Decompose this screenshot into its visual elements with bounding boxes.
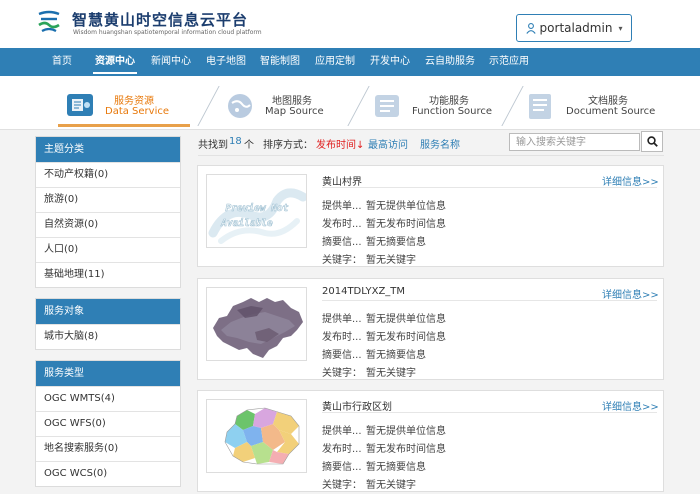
field-provider: 提供单... 暂无提供单位信息: [322, 201, 446, 212]
field-keywords: 关键字： 暂无关键字: [322, 255, 416, 266]
resource-tabs: 服务资源 Data Service 地图服务 Map Source 功能服务 F…: [0, 76, 700, 130]
map-service-icon: [228, 94, 252, 118]
tab-subtitle: Function Source: [412, 106, 493, 117]
field-publish-time: 发布时... 暂无发布时间信息: [322, 444, 446, 455]
nav-demo-apps[interactable]: 示范应用: [489, 48, 529, 76]
search-icon: [646, 136, 658, 147]
admin-division-map-thumbnail[interactable]: [206, 399, 307, 473]
sidebar-group-title: 服务类型: [36, 361, 180, 386]
preview-placeholder-image: Preview Not Available: [208, 188, 306, 244]
card-divider: [322, 187, 657, 188]
card-divider: [322, 412, 657, 413]
user-icon: [525, 22, 536, 34]
search-button[interactable]: [641, 131, 663, 152]
result-count: 18: [229, 136, 242, 147]
sidebar-item-natural-resources[interactable]: 自然资源(0): [36, 212, 180, 237]
tab-title: 服务资源: [114, 96, 154, 107]
sidebar-item-basic-geography[interactable]: 基础地理(11): [36, 262, 180, 287]
sidebar-group-title: 服务对象: [36, 299, 180, 324]
platform-subtitle: Wisdom huangshan spatiotemporal informat…: [73, 29, 262, 36]
detail-link[interactable]: 详细信息>>: [602, 286, 659, 301]
tab-function-service[interactable]: 功能服务 Function Source: [360, 76, 510, 130]
land-use-map-thumbnail[interactable]: [206, 287, 307, 361]
admin-division-map-image: [224, 407, 300, 465]
toolbar-divider: [198, 155, 664, 156]
field-publish-time: 发布时... 暂无发布时间信息: [322, 219, 446, 230]
field-summary: 摘要信... 暂无摘要信息: [322, 237, 426, 248]
sidebar-item-ogc-wmts[interactable]: OGC WMTS(4): [36, 386, 180, 411]
sidebar-item-city-brain[interactable]: 城市大脑(8): [36, 324, 180, 349]
result-card: 2014TDLYXZ_TM 详细信息>> 提供单... 暂无提供单位信息 发布时.…: [197, 278, 664, 380]
sort-by-publish-time[interactable]: 发布时间↓: [316, 136, 364, 151]
sidebar-item-tourism[interactable]: 旅游(0): [36, 187, 180, 212]
field-keywords: 关键字： 暂无关键字: [322, 480, 416, 491]
detail-link[interactable]: 详细信息>>: [602, 173, 659, 188]
sort-by-most-visited[interactable]: 最高访问: [368, 136, 408, 151]
result-card: Preview Not Available 黄山村界 详细信息>> 提供单...…: [197, 165, 664, 267]
nav-app-custom[interactable]: 应用定制: [315, 48, 355, 76]
result-title[interactable]: 黄山市行政区划: [322, 398, 392, 413]
data-service-icon: [67, 94, 93, 116]
sidebar-item-ogc-wcs[interactable]: OGC WCS(0): [36, 461, 180, 486]
function-service-icon: [375, 95, 399, 117]
tab-title: 地图服务: [272, 96, 312, 107]
username-label: portaladmin: [539, 21, 613, 35]
nav-electronic-map[interactable]: 电子地图: [206, 48, 246, 76]
tab-subtitle: Document Source: [566, 106, 656, 117]
field-provider: 提供单... 暂无提供单位信息: [322, 426, 446, 437]
card-divider: [322, 300, 657, 301]
sidebar-item-place-search[interactable]: 地名搜索服务(0): [36, 436, 180, 461]
nav-news-center[interactable]: 新闻中心: [151, 48, 191, 76]
found-suffix: 个: [244, 140, 254, 151]
found-prefix: 共找到: [198, 140, 228, 151]
sidebar-item-ogc-wfs[interactable]: OGC WFS(0): [36, 411, 180, 436]
field-publish-time: 发布时... 暂无发布时间信息: [322, 332, 446, 343]
field-keywords: 关键字： 暂无关键字: [322, 368, 416, 379]
sidebar-group-theme: 主题分类 不动产权籍(0) 旅游(0) 自然资源(0) 人口(0) 基础地理(1…: [35, 136, 181, 288]
nav-home[interactable]: 首页: [52, 48, 72, 76]
result-title[interactable]: 2014TDLYXZ_TM: [322, 286, 405, 297]
nav-active-indicator: [93, 72, 137, 74]
sort-by-service-name[interactable]: 服务名称: [420, 136, 460, 151]
tab-map-service[interactable]: 地图服务 Map Source: [210, 76, 360, 130]
sidebar-group-service-target: 服务对象 城市大脑(8): [35, 298, 181, 350]
tab-data-service[interactable]: 服务资源 Data Service: [0, 76, 200, 130]
result-card: 黄山市行政区划 详细信息>> 提供单... 暂无提供单位信息 发布时... 暂无发布…: [197, 390, 664, 492]
platform-title: 智慧黄山时空信息云平台: [72, 11, 249, 29]
result-title[interactable]: 黄山村界: [322, 173, 362, 188]
header: 智慧黄山时空信息云平台 Wisdom huangshan spatiotempo…: [0, 0, 700, 48]
preview-not-available-text: Preview Not: [226, 203, 289, 214]
sidebar-item-real-estate[interactable]: 不动产权籍(0): [36, 162, 180, 187]
search-input[interactable]: [509, 133, 640, 151]
field-summary: 摘要信... 暂无摘要信息: [322, 462, 426, 473]
nav-cloud-self-service[interactable]: 云自助服务: [425, 48, 475, 76]
tab-subtitle: Map Source: [265, 106, 324, 117]
tab-subtitle: Data Service: [105, 106, 170, 117]
user-menu-button[interactable]: portaladmin ▾: [516, 14, 632, 42]
detail-link[interactable]: 详细信息>>: [602, 398, 659, 413]
nav-dev-center[interactable]: 开发中心: [370, 48, 410, 76]
sidebar-group-title: 主题分类: [36, 137, 180, 162]
tab-active-indicator: [58, 124, 190, 127]
tab-title: 功能服务: [429, 96, 469, 107]
sidebar-item-population[interactable]: 人口(0): [36, 237, 180, 262]
tab-title: 文档服务: [588, 96, 628, 107]
field-summary: 摘要信... 暂无摘要信息: [322, 350, 426, 361]
platform-logo-icon: [38, 10, 60, 32]
preview-not-available-text: Available: [220, 218, 273, 229]
caret-down-icon: ▾: [618, 23, 623, 33]
nav-resource-center[interactable]: 资源中心: [93, 48, 137, 76]
nav-smart-mapping[interactable]: 智能制图: [260, 48, 300, 76]
land-use-map-image: [213, 298, 303, 358]
sidebar-group-service-type: 服务类型 OGC WMTS(4) OGC WFS(0) 地名搜索服务(0) OG…: [35, 360, 181, 487]
field-provider: 提供单... 暂无提供单位信息: [322, 314, 446, 325]
sort-label: 排序方式：: [263, 140, 313, 151]
document-service-icon: [529, 94, 551, 119]
tab-document-service[interactable]: 文档服务 Document Source: [514, 76, 664, 130]
main-nav: 首页 资源中心 新闻中心 电子地图 智能制图 应用定制 开发中心 云自助服务 示…: [0, 48, 700, 76]
preview-not-available-thumbnail[interactable]: Preview Not Available: [206, 174, 307, 248]
